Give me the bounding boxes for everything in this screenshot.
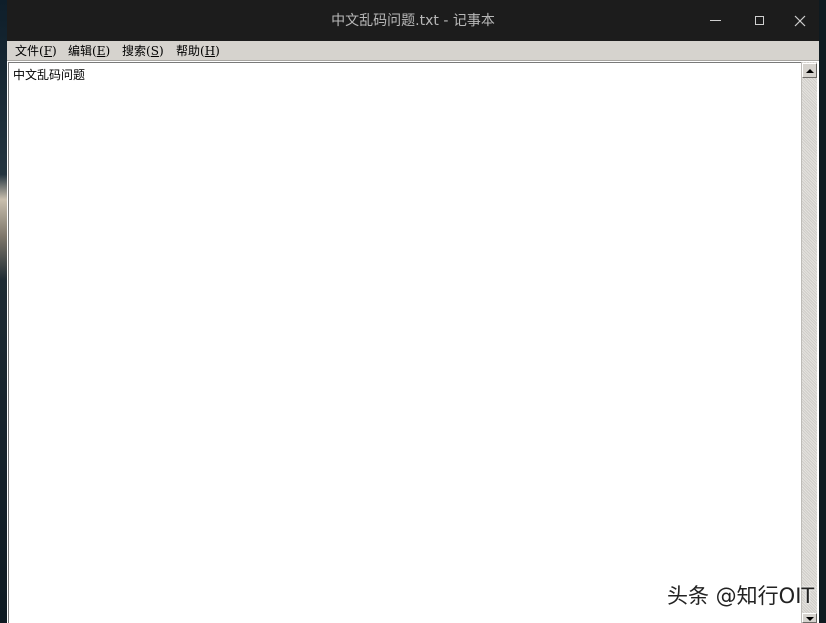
editor-content[interactable]: 中文乱码问题: [13, 66, 85, 83]
menu-search-accel: S: [150, 44, 159, 58]
scroll-up-button[interactable]: [802, 63, 817, 78]
menu-edit[interactable]: 编辑(E): [66, 41, 112, 61]
menu-help-accel: H: [204, 44, 216, 58]
title-bar[interactable]: 中文乱码问题.txt - 记事本: [7, 0, 819, 41]
menu-file-accel: F: [43, 44, 53, 58]
menu-edit-label: 编辑: [68, 44, 93, 58]
maximize-button[interactable]: [737, 0, 781, 41]
watermark: 头条 @知行OIT: [667, 584, 815, 608]
scroll-down-arrow-icon: [805, 617, 814, 621]
close-icon: [794, 15, 806, 26]
menu-file-label: 文件: [15, 44, 40, 58]
minimize-button[interactable]: [693, 0, 737, 41]
maximize-icon: [754, 16, 764, 25]
menu-search[interactable]: 搜索(S): [120, 41, 166, 61]
desktop-edge: [819, 0, 826, 623]
vertical-scrollbar[interactable]: [801, 62, 817, 623]
close-button[interactable]: [778, 0, 822, 41]
scroll-up-arrow-icon: [805, 68, 814, 73]
menu-file[interactable]: 文件(F): [13, 41, 59, 61]
menu-help-label: 帮助: [176, 44, 201, 58]
scroll-down-button[interactable]: [802, 613, 817, 623]
menu-bar: 文件(F) 编辑(E) 搜索(S) 帮助(H): [7, 41, 819, 61]
text-editor-area[interactable]: 中文乱码问题: [8, 62, 801, 623]
minimize-icon: [709, 20, 721, 21]
menu-help[interactable]: 帮助(H): [174, 41, 222, 61]
menu-search-label: 搜索: [122, 44, 147, 58]
notepad-window: 中文乱码问题.txt - 记事本 文件(F) 编辑(E) 搜索(S) 帮助(H): [7, 0, 819, 623]
